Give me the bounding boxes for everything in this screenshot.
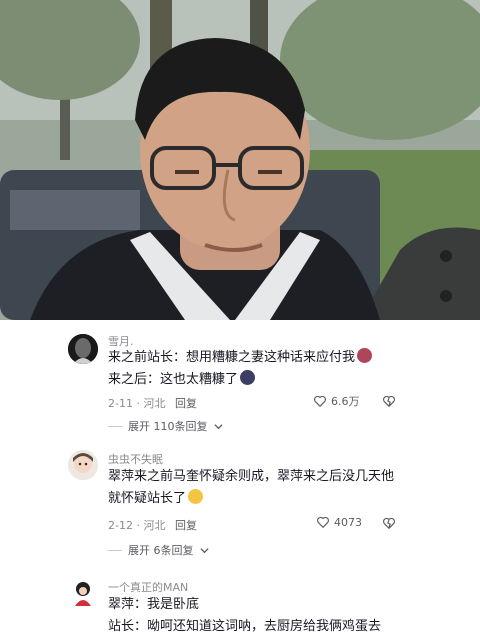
smile-emoji-icon bbox=[188, 489, 204, 504]
expand-replies-button[interactable]: 展开 110条回复 bbox=[108, 418, 223, 434]
like-count: 6.6万 bbox=[331, 395, 360, 408]
comment-date: 2-11 bbox=[108, 397, 133, 410]
video-scene bbox=[0, 0, 480, 320]
dark-face-emoji-icon bbox=[240, 370, 256, 385]
avatar-image bbox=[68, 578, 98, 608]
comment-line: 来之后：这也太糟糠了 bbox=[108, 372, 239, 387]
heart-outline-icon bbox=[314, 395, 326, 408]
comment-username[interactable]: 一个真正的MAN bbox=[108, 579, 188, 595]
avatar[interactable] bbox=[68, 578, 98, 608]
comment-date: 2-12 bbox=[108, 519, 133, 532]
dislike-button[interactable] bbox=[382, 515, 396, 534]
like-button[interactable]: 6.6万 bbox=[313, 393, 360, 409]
reply-button[interactable]: 回复 bbox=[175, 395, 197, 411]
avatar-image bbox=[68, 450, 98, 480]
comment-username[interactable]: 虫虫不失眠 bbox=[108, 451, 163, 467]
like-button[interactable]: 4073 bbox=[316, 515, 362, 529]
chevron-down-icon bbox=[213, 423, 223, 429]
meta-separator: · bbox=[136, 519, 140, 532]
comment-meta: 2-11 · 河北 bbox=[108, 395, 165, 411]
chevron-down-icon bbox=[199, 547, 209, 553]
reply-button[interactable]: 回复 bbox=[175, 517, 197, 533]
meta-separator: · bbox=[136, 397, 140, 410]
comment-line: 站长：呦呵还知道这词呐，去厨房给我俩鸡蛋去 bbox=[108, 619, 382, 634]
comment-location: 河北 bbox=[143, 519, 166, 532]
divider-line bbox=[108, 425, 122, 427]
video-frame[interactable] bbox=[0, 0, 480, 320]
comment-meta: 2-12 · 河北 bbox=[108, 517, 165, 533]
expand-replies-label: 展开 110条回复 bbox=[128, 420, 208, 433]
expand-replies-label: 展开 6条回复 bbox=[128, 544, 194, 557]
like-count: 4073 bbox=[334, 515, 362, 529]
comment-line: 就怀疑站长了 bbox=[108, 491, 187, 506]
dislike-button[interactable] bbox=[382, 393, 396, 412]
comment-line: 来之前站长：想用糟糠之妻这种话来应付我 bbox=[108, 350, 356, 365]
comment-list: 雪月. 来之前站长：想用糟糠之妻这种话来应付我 来之后：这也太糟糠了 2-11 … bbox=[0, 320, 480, 640]
heart-outline-icon bbox=[317, 516, 329, 529]
comment-text: 翠萍：我是卧底 站长：呦呵还知道这词呐，去厨房给我俩鸡蛋去 bbox=[108, 594, 478, 638]
broken-heart-icon bbox=[383, 395, 395, 408]
devil-emoji-icon bbox=[357, 348, 373, 363]
comment-line: 翠萍：我是卧底 bbox=[108, 597, 200, 612]
comment-text: 来之前站长：想用糟糠之妻这种话来应付我 来之后：这也太糟糠了 bbox=[108, 347, 408, 391]
divider-line bbox=[108, 549, 122, 551]
comment-text: 翠萍来之前马奎怀疑余则成，翠萍来之后没几天他 就怀疑站长了 bbox=[108, 466, 408, 510]
avatar[interactable] bbox=[68, 450, 98, 480]
expand-replies-button[interactable]: 展开 6条回复 bbox=[108, 542, 209, 558]
broken-heart-icon bbox=[383, 517, 395, 530]
comment-line: 翠萍来之前马奎怀疑余则成，翠萍来之后没几天他 bbox=[108, 469, 395, 484]
avatar-image bbox=[68, 334, 98, 364]
comment-location: 河北 bbox=[143, 397, 166, 410]
avatar[interactable] bbox=[68, 334, 98, 364]
